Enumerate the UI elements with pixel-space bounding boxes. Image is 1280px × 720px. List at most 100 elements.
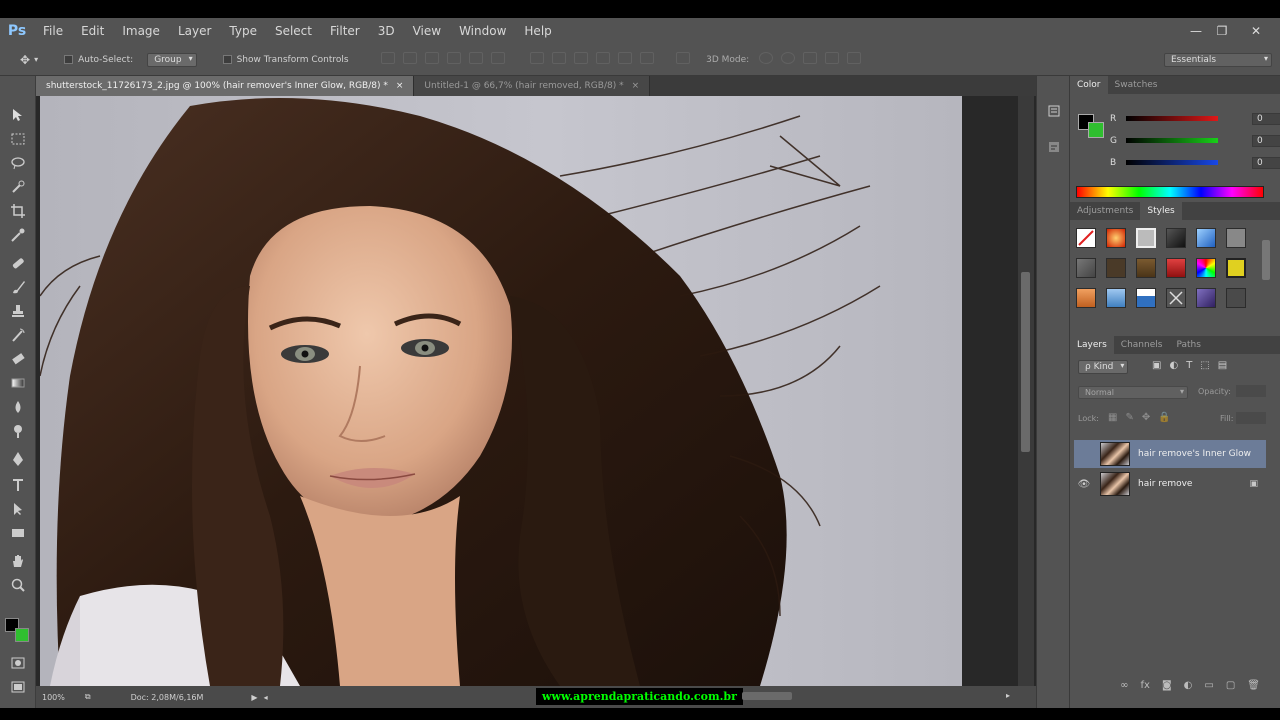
eyedropper-tool[interactable] — [6, 224, 30, 246]
opacity-field[interactable] — [1236, 385, 1266, 397]
style-gray[interactable] — [1226, 228, 1246, 248]
auto-select-checkbox[interactable] — [64, 54, 78, 65]
3d-scale-icon[interactable] — [847, 52, 862, 64]
zoom-tool[interactable] — [6, 574, 30, 596]
hand-tool[interactable] — [6, 550, 30, 572]
marquee-tool[interactable] — [6, 128, 30, 150]
close-icon[interactable]: × — [396, 81, 404, 91]
distribute-bottom-icon[interactable] — [574, 52, 589, 64]
3d-slide-icon[interactable] — [825, 52, 840, 64]
style-empty[interactable] — [1226, 288, 1246, 308]
menu-view[interactable]: View — [404, 18, 450, 44]
align-bottom-icon[interactable] — [424, 52, 439, 64]
menu-window[interactable]: Window — [450, 18, 515, 44]
menu-type[interactable]: Type — [220, 18, 266, 44]
red-bar[interactable] — [1126, 116, 1218, 121]
blue-slider[interactable]: B 0 — [1110, 156, 1280, 172]
visibility-toggle-empty[interactable] — [1074, 444, 1094, 464]
fill-field[interactable] — [1236, 412, 1266, 424]
history-brush-tool[interactable] — [6, 324, 30, 346]
style-wood[interactable] — [1106, 258, 1126, 278]
3d-roll-icon[interactable] — [781, 52, 796, 64]
style-dark[interactable] — [1166, 228, 1186, 248]
scrollbar-thumb[interactable] — [1021, 272, 1030, 452]
style-sky[interactable] — [1106, 288, 1126, 308]
style-frame[interactable] — [1136, 228, 1156, 248]
green-bar[interactable] — [1126, 138, 1218, 143]
show-transform-checkbox[interactable] — [222, 54, 237, 65]
restore-button[interactable]: ❐ — [1208, 18, 1236, 44]
adjustment-filter-icon[interactable]: ◐ — [1169, 360, 1178, 371]
style-purple[interactable] — [1196, 288, 1216, 308]
style-steel[interactable] — [1076, 258, 1096, 278]
lasso-tool[interactable] — [6, 152, 30, 174]
trash-icon[interactable]: 🗑 — [1247, 680, 1260, 691]
eye-icon[interactable]: 👁 — [1074, 474, 1094, 494]
type-tool[interactable] — [6, 474, 30, 496]
blur-tool[interactable] — [6, 396, 30, 418]
scroll-left-arrow[interactable]: ◂ — [264, 693, 268, 702]
distribute-right-icon[interactable] — [640, 52, 655, 64]
brush-tool[interactable] — [6, 276, 30, 298]
menu-filter[interactable]: Filter — [321, 18, 369, 44]
blend-mode-dropdown[interactable]: Normal — [1078, 386, 1188, 399]
pen-tool[interactable] — [6, 448, 30, 470]
menu-edit[interactable]: Edit — [72, 18, 113, 44]
new-layer-icon[interactable]: ▢ — [1226, 680, 1235, 691]
menu-image[interactable]: Image — [113, 18, 169, 44]
align-top-icon[interactable] — [380, 52, 395, 64]
scroll-right-arrow[interactable]: ▸ — [1006, 691, 1010, 700]
menu-3d[interactable]: 3D — [369, 18, 404, 44]
blue-value[interactable]: 0 — [1252, 157, 1280, 169]
layer-row-inner-glow[interactable]: hair remove's Inner Glow — [1074, 440, 1266, 468]
style-none[interactable] — [1076, 228, 1096, 248]
style-rainbow[interactable] — [1196, 258, 1216, 278]
crop-tool[interactable] — [6, 200, 30, 222]
smart-filter-icon[interactable]: ▤ — [1218, 360, 1227, 371]
blue-bar[interactable] — [1126, 160, 1218, 165]
layer-row-hair-remove[interactable]: 👁 hair remove ▣ — [1074, 470, 1266, 498]
green-slider[interactable]: G 0 — [1110, 134, 1280, 150]
tab-color[interactable]: Color — [1070, 76, 1108, 94]
tab-channels[interactable]: Channels — [1114, 336, 1170, 354]
background-swatch[interactable] — [1088, 122, 1104, 138]
image-canvas[interactable] — [40, 96, 962, 686]
type-filter-icon[interactable]: T — [1186, 360, 1192, 371]
doc-info-icon[interactable]: ⧉ — [85, 692, 91, 702]
red-slider[interactable]: R 0 — [1110, 112, 1280, 128]
adjustment-layer-icon[interactable]: ◐ — [1184, 680, 1193, 691]
auto-align-icon[interactable] — [676, 52, 691, 64]
layer-name[interactable]: hair remove's Inner Glow — [1138, 449, 1251, 459]
add-mask-icon[interactable]: ◙ — [1162, 680, 1172, 691]
style-orange[interactable] — [1076, 288, 1096, 308]
menu-select[interactable]: Select — [266, 18, 321, 44]
image-filter-icon[interactable]: ▣ — [1152, 360, 1161, 371]
style-blue-glass[interactable] — [1196, 228, 1216, 248]
distribute-top-icon[interactable] — [530, 52, 545, 64]
align-vcenter-icon[interactable] — [402, 52, 417, 64]
lock-icons[interactable]: ▦✎✥🔒 — [1108, 412, 1179, 423]
quick-mask-button[interactable] — [6, 652, 30, 674]
gradient-tool[interactable] — [6, 372, 30, 394]
vertical-scrollbar[interactable] — [1018, 96, 1034, 686]
quick-selection-tool[interactable] — [6, 176, 30, 198]
properties-panel-icon[interactable] — [1047, 140, 1061, 154]
tab-layers[interactable]: Layers — [1070, 336, 1114, 354]
style-fire[interactable] — [1106, 228, 1126, 248]
style-pattern[interactable] — [1166, 288, 1186, 308]
layer-filter-dropdown[interactable]: ρ Kind — [1078, 360, 1129, 374]
auto-select-dropdown[interactable]: Group — [147, 52, 197, 67]
style-yellow[interactable] — [1226, 258, 1246, 278]
status-menu-arrow[interactable]: ▶ — [251, 693, 257, 702]
workspace-dropdown[interactable]: Essentials — [1164, 53, 1272, 67]
link-layers-icon[interactable]: ∞ — [1120, 680, 1128, 691]
style-bronze[interactable] — [1136, 258, 1156, 278]
layer-name[interactable]: hair remove — [1138, 479, 1192, 489]
history-panel-icon[interactable] — [1047, 104, 1061, 118]
tab-swatches[interactable]: Swatches — [1108, 76, 1165, 94]
3d-rotate-icon[interactable] — [759, 52, 774, 64]
menu-file[interactable]: File — [34, 18, 72, 44]
healing-brush-tool[interactable] — [6, 252, 30, 274]
horizontal-scrollbar-thumb[interactable] — [742, 692, 792, 700]
close-button[interactable]: ✕ — [1242, 18, 1270, 44]
